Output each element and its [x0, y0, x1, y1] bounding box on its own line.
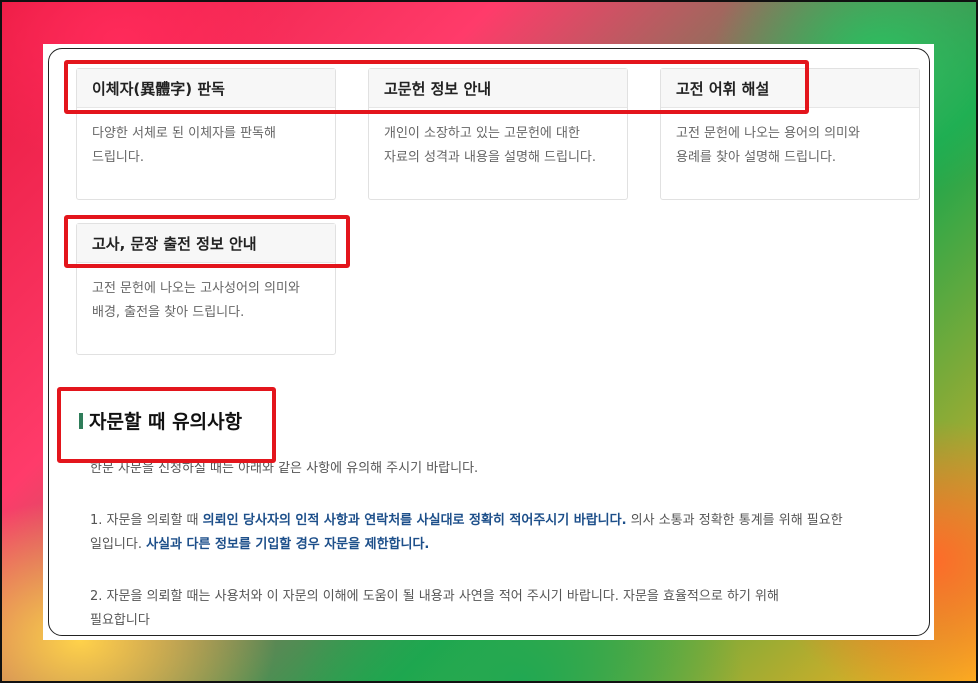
card-description-line: 배경, 출전을 찾아 드립니다. — [92, 305, 245, 320]
item-1-emphasis-restriction: 사실과 다른 정보를 기입할 경우 자문을 제한합니다. — [146, 537, 430, 552]
card-description-line: 드립니다. — [92, 150, 144, 165]
card-description: 개인이 소장하고 있는 고문헌에 대한 자료의 성격과 내용을 설명해 드립니다… — [369, 108, 627, 170]
card-title: 고문헌 정보 안내 — [369, 69, 627, 108]
card-title: 고전 어휘 해설 — [661, 69, 919, 108]
notice-title-text: 자문할 때 유의사항 — [89, 411, 243, 433]
notice-item-2-line-1: 2. 자문을 의뢰할 때는 사용처와 이 자문의 이해에 도움이 될 내용과 사… — [90, 589, 779, 604]
item-1-middle: 의사 소통과 정확한 통계를 위해 필요한 — [626, 513, 843, 528]
service-card-classical-vocabulary[interactable]: 고전 어휘 해설 고전 문헌에 나오는 용어의 의미와 용례를 찾아 설명해 드… — [660, 68, 920, 200]
title-accent-bar — [79, 412, 83, 429]
card-description-line: 고전 문헌에 나오는 고사성어의 의미와 — [92, 281, 300, 296]
notice-intro: 한문 자문을 신청하실 때는 아래와 같은 사항에 유의해 주시기 바랍니다. — [90, 461, 479, 476]
card-description: 고전 문헌에 나오는 용어의 의미와 용례를 찾아 설명해 드립니다. — [661, 108, 919, 170]
notice-item-2-line-2: 필요합니다 — [90, 613, 150, 628]
notice-item-1: 1. 자문을 의뢰할 때 의뢰인 당사자의 인적 사항과 연락처를 사실대로 정… — [90, 509, 907, 557]
card-title: 이체자(異體字) 판독 — [77, 69, 335, 108]
content-panel: 이체자(異體字) 판독 다양한 서체로 된 이체자를 판독해 드립니다. 고문헌… — [43, 44, 934, 640]
service-card-old-documents[interactable]: 고문헌 정보 안내 개인이 소장하고 있는 고문헌에 대한 자료의 성격과 내용… — [368, 68, 628, 200]
service-card-variant-char[interactable]: 이체자(異體字) 판독 다양한 서체로 된 이체자를 판독해 드립니다. — [76, 68, 336, 200]
item-1-line2-start: 일입니다. — [90, 537, 147, 552]
card-description-line: 다양한 서체로 된 이체자를 판독해 — [92, 126, 276, 141]
card-description: 고전 문헌에 나오는 고사성어의 의미와 배경, 출전을 찾아 드립니다. — [77, 263, 335, 325]
card-description-line: 용례를 찾아 설명해 드립니다. — [676, 150, 837, 165]
content-frame: 이체자(異體字) 판독 다양한 서체로 된 이체자를 판독해 드립니다. 고문헌… — [48, 48, 930, 636]
card-description-line: 자료의 성격과 내용을 설명해 드립니다. — [384, 150, 597, 165]
card-description: 다양한 서체로 된 이체자를 판독해 드립니다. — [77, 108, 335, 170]
item-1-emphasis-contact: 의뢰인 당사자의 인적 사항과 연락처를 사실대로 정확히 적어주시기 바랍니다… — [202, 513, 627, 528]
notice-section-title: 자문할 때 유의사항 — [79, 407, 242, 434]
card-description-line: 개인이 소장하고 있는 고문헌에 대한 — [384, 126, 580, 141]
service-card-allusion-source[interactable]: 고사, 문장 출전 정보 안내 고전 문헌에 나오는 고사성어의 의미와 배경,… — [76, 223, 336, 355]
card-title: 고사, 문장 출전 정보 안내 — [77, 224, 335, 263]
card-description-line: 고전 문헌에 나오는 용어의 의미와 — [676, 126, 860, 141]
notice-item-1-line-1: 1. 자문을 의뢰할 때 의뢰인 당사자의 인적 사항과 연락처를 사실대로 정… — [90, 509, 907, 533]
item-1-prefix: 1. 자문을 의뢰할 때 — [90, 513, 203, 528]
notice-item-2: 2. 자문을 의뢰할 때는 사용처와 이 자문의 이해에 도움이 될 내용과 사… — [90, 585, 907, 633]
notice-item-1-line-2: 일입니다. 사실과 다른 정보를 기입할 경우 자문을 제한합니다. — [90, 533, 907, 557]
